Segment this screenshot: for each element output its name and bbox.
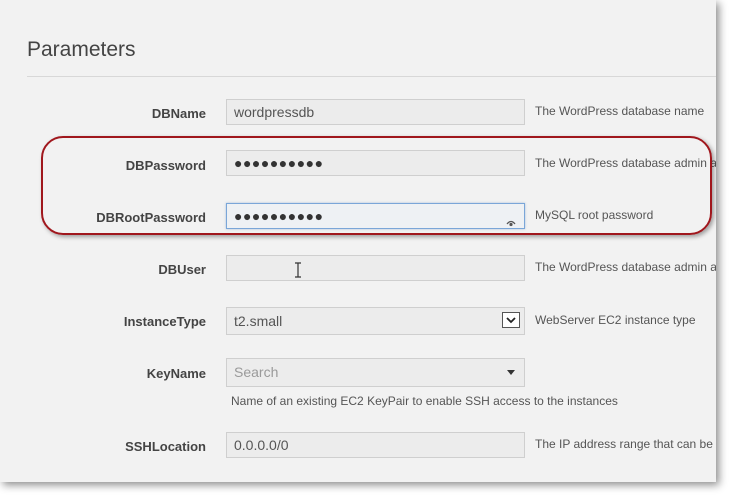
dbuser-help: The WordPress database admin a [535, 260, 716, 274]
dbpassword-value: ●●●●●●●●●● [234, 155, 324, 171]
instancetype-value: t2.small [234, 313, 283, 329]
dbpassword-label: DBPassword [125, 158, 206, 173]
keyname-placeholder: Search [234, 364, 279, 380]
page-title: Parameters [27, 38, 136, 61]
title-divider [27, 76, 716, 77]
dbrootpassword-help: MySQL root password [535, 208, 654, 222]
keyname-help: Name of an existing EC2 KeyPair to enabl… [231, 394, 618, 408]
sshlocation-help: The IP address range that can be [535, 437, 713, 451]
dbname-help: The WordPress database name [535, 104, 705, 118]
dbname-field[interactable]: wordpressdb [226, 99, 525, 125]
keyname-label: KeyName [146, 366, 206, 381]
dbname-value: wordpressdb [234, 104, 315, 120]
caret-down-icon[interactable] [507, 370, 515, 375]
sshlocation-label: SSHLocation [125, 439, 206, 454]
dbuser-field[interactable] [226, 255, 525, 281]
dbrootpassword-value: ●●●●●●●●●● [234, 208, 324, 224]
dbpassword-field[interactable]: ●●●●●●●●●● [226, 150, 525, 176]
instancetype-help: WebServer EC2 instance type [535, 313, 696, 327]
eye-icon[interactable] [506, 211, 516, 227]
dbname-label: DBName [151, 106, 206, 121]
parameters-panel: Parameters DBName wordpressdb The WordPr… [0, 0, 716, 482]
dbpassword-help: The WordPress database admin a [535, 156, 716, 170]
dbrootpassword-field[interactable]: ●●●●●●●●●● [226, 203, 525, 229]
instancetype-select[interactable]: t2.small [226, 307, 525, 335]
text-cursor-icon [294, 262, 302, 278]
keyname-dropdown[interactable]: Search [226, 358, 525, 387]
chevron-down-icon[interactable] [502, 312, 520, 328]
dbuser-label: DBUser [158, 262, 206, 277]
sshlocation-value: 0.0.0.0/0 [234, 437, 289, 453]
dbrootpassword-label: DBRootPassword [96, 210, 206, 225]
instancetype-label: InstanceType [123, 314, 206, 329]
sshlocation-field[interactable]: 0.0.0.0/0 [226, 432, 525, 458]
